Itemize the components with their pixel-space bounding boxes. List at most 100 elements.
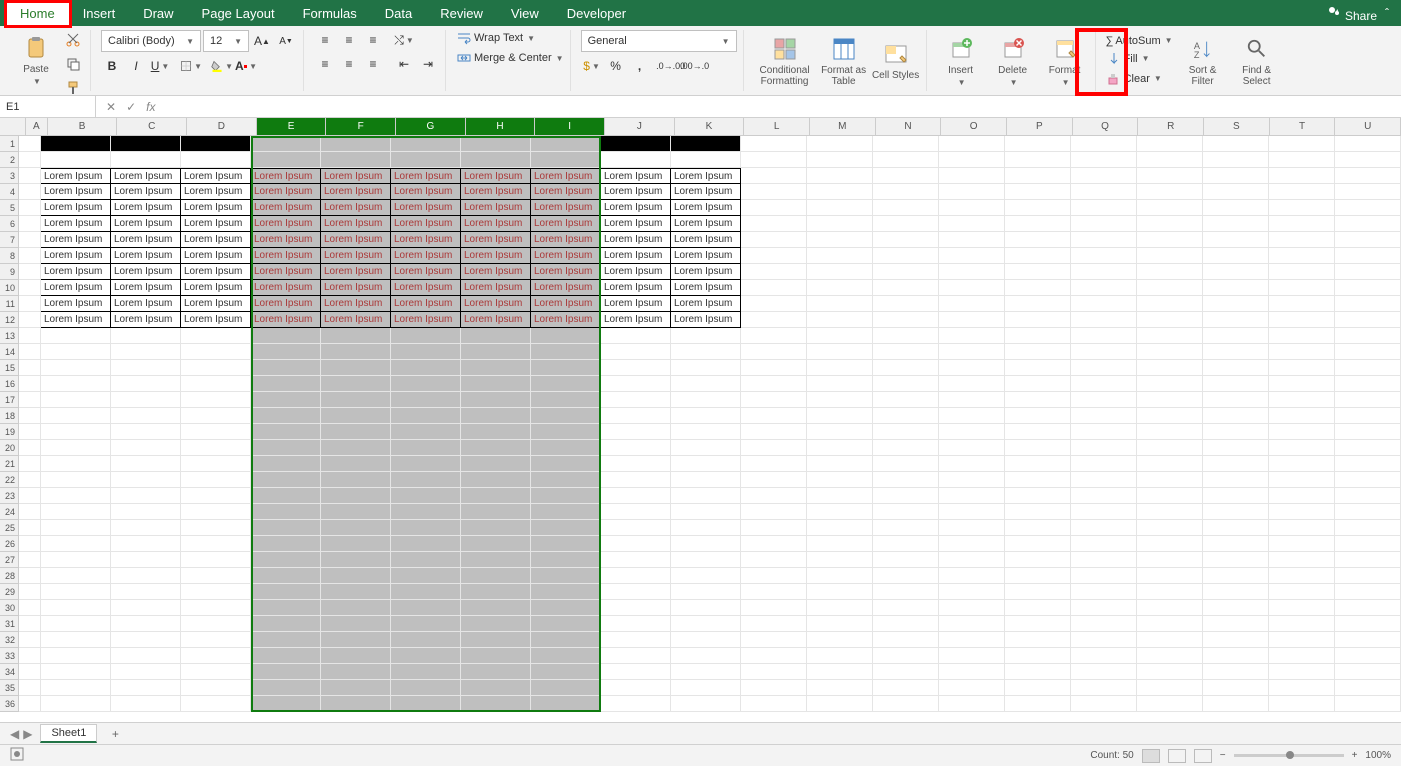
- cell[interactable]: [111, 616, 181, 632]
- cell[interactable]: [321, 440, 391, 456]
- column-header-P[interactable]: P: [1007, 118, 1073, 135]
- cell[interactable]: Lorem Ipsum: [111, 296, 181, 312]
- cell[interactable]: [19, 456, 41, 472]
- spreadsheet-grid[interactable]: ABCDEFGHIJKLMNOPQRSTU 123456789101112131…: [0, 118, 1401, 722]
- increase-font-button[interactable]: A▲: [251, 31, 273, 51]
- cell[interactable]: [873, 152, 939, 168]
- cell[interactable]: [1335, 392, 1401, 408]
- row-header-8[interactable]: 8: [0, 248, 19, 264]
- cell[interactable]: [531, 440, 601, 456]
- cell[interactable]: [531, 424, 601, 440]
- cell[interactable]: [461, 568, 531, 584]
- cell[interactable]: [601, 392, 671, 408]
- cell[interactable]: Lorem Ipsum: [461, 168, 531, 184]
- cell[interactable]: [19, 168, 41, 184]
- cell[interactable]: [1071, 280, 1137, 296]
- cell[interactable]: [873, 648, 939, 664]
- cell[interactable]: [251, 456, 321, 472]
- cell[interactable]: Lorem Ipsum: [531, 280, 601, 296]
- cell[interactable]: [741, 664, 807, 680]
- cell[interactable]: Lorem Ipsum: [461, 280, 531, 296]
- cell[interactable]: [1137, 200, 1203, 216]
- cell[interactable]: [111, 424, 181, 440]
- align-bottom-button[interactable]: ≡: [362, 30, 384, 50]
- cell[interactable]: [19, 488, 41, 504]
- cell[interactable]: [111, 632, 181, 648]
- cell[interactable]: [531, 520, 601, 536]
- cell[interactable]: [1335, 328, 1401, 344]
- cell[interactable]: [251, 392, 321, 408]
- cell[interactable]: [939, 392, 1005, 408]
- cell[interactable]: Lorem Ipsum: [671, 248, 741, 264]
- cell[interactable]: [1269, 232, 1335, 248]
- collapse-ribbon-icon[interactable]: ˆ: [1385, 6, 1389, 20]
- cell[interactable]: [1005, 296, 1071, 312]
- cell[interactable]: [1005, 200, 1071, 216]
- cell[interactable]: [1071, 472, 1137, 488]
- cell[interactable]: [1269, 680, 1335, 696]
- cell[interactable]: [181, 472, 251, 488]
- cell[interactable]: [41, 584, 111, 600]
- cell[interactable]: [41, 328, 111, 344]
- cell[interactable]: [1005, 488, 1071, 504]
- page-layout-view-button[interactable]: [1168, 749, 1186, 763]
- cell[interactable]: [601, 520, 671, 536]
- cell[interactable]: [111, 488, 181, 504]
- cell[interactable]: [741, 472, 807, 488]
- cell[interactable]: [671, 408, 741, 424]
- cell[interactable]: [807, 232, 873, 248]
- cell[interactable]: Lorem Ipsum: [251, 232, 321, 248]
- cell[interactable]: [873, 520, 939, 536]
- cell[interactable]: [741, 552, 807, 568]
- cell[interactable]: [111, 568, 181, 584]
- decrease-indent-button[interactable]: ⇤: [393, 54, 415, 74]
- row-header-5[interactable]: 5: [0, 200, 19, 216]
- row-header-21[interactable]: 21: [0, 456, 19, 472]
- cell[interactable]: Lorem Ipsum: [671, 232, 741, 248]
- cell[interactable]: [531, 536, 601, 552]
- cell[interactable]: [807, 296, 873, 312]
- cell[interactable]: [807, 680, 873, 696]
- cell[interactable]: Lorem Ipsum: [251, 296, 321, 312]
- cell[interactable]: Lorem Ipsum: [181, 184, 251, 200]
- cell[interactable]: [19, 568, 41, 584]
- row-header-22[interactable]: 22: [0, 472, 19, 488]
- cell[interactable]: [251, 360, 321, 376]
- cell[interactable]: [531, 568, 601, 584]
- cell[interactable]: Lorem Ipsum: [41, 168, 111, 184]
- cell[interactable]: Lorem Ipsum: [321, 264, 391, 280]
- cell[interactable]: [321, 632, 391, 648]
- column-header-I[interactable]: I: [535, 118, 605, 135]
- cell[interactable]: [41, 568, 111, 584]
- cell[interactable]: [1137, 328, 1203, 344]
- cell[interactable]: [873, 280, 939, 296]
- cell[interactable]: Lorem Ipsum: [41, 312, 111, 328]
- cell[interactable]: Lorem Ipsum: [111, 200, 181, 216]
- cell[interactable]: [1203, 328, 1269, 344]
- cell[interactable]: [531, 488, 601, 504]
- cell[interactable]: [1071, 296, 1137, 312]
- align-left-button[interactable]: ≡: [314, 54, 336, 74]
- cell[interactable]: [391, 536, 461, 552]
- cell[interactable]: [531, 392, 601, 408]
- cell[interactable]: [1137, 488, 1203, 504]
- cell[interactable]: [1335, 312, 1401, 328]
- cell[interactable]: Lorem Ipsum: [111, 232, 181, 248]
- cell[interactable]: [1269, 648, 1335, 664]
- cell[interactable]: [601, 424, 671, 440]
- cell[interactable]: Lorem Ipsum: [461, 264, 531, 280]
- cell[interactable]: [181, 648, 251, 664]
- cell[interactable]: [807, 312, 873, 328]
- cell[interactable]: [391, 520, 461, 536]
- cell[interactable]: [181, 632, 251, 648]
- cancel-formula-button[interactable]: ✕: [106, 100, 116, 114]
- select-all-corner[interactable]: [0, 118, 26, 135]
- cell[interactable]: [321, 584, 391, 600]
- cell[interactable]: [807, 488, 873, 504]
- cell[interactable]: [939, 440, 1005, 456]
- cell[interactable]: [251, 696, 321, 712]
- cell[interactable]: [19, 264, 41, 280]
- cell[interactable]: [1269, 296, 1335, 312]
- cell[interactable]: [1005, 184, 1071, 200]
- format-painter-button[interactable]: [62, 78, 84, 98]
